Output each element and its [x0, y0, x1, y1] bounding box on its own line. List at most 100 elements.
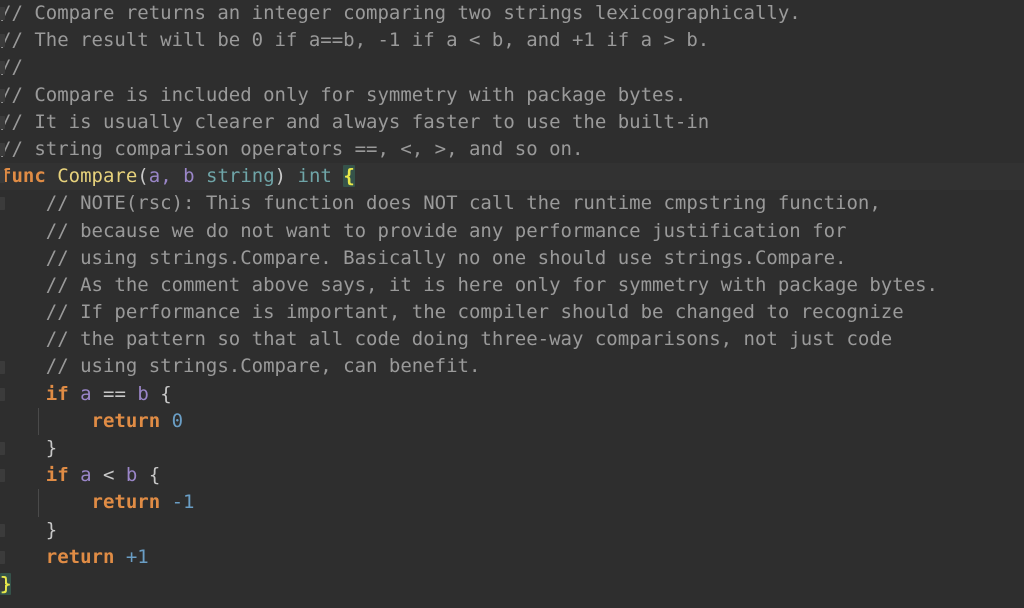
code-token: if — [45, 464, 69, 487]
code-token: { — [160, 382, 172, 405]
code-line-text: // using strings.Compare, can benefit. — [0, 353, 1024, 380]
code-token: // using strings.Compare. Basically no o… — [0, 246, 847, 269]
code-token: // Compare returns an integer comparing … — [0, 2, 801, 24]
code-token: return — [91, 491, 161, 514]
code-token: // As the comment above says, it is here… — [0, 273, 938, 296]
code-token: } — [45, 437, 58, 459]
code-token: { — [148, 464, 161, 487]
code-line-text: if a == b { — [0, 381, 1024, 408]
code-token: b — [125, 464, 138, 487]
code-line[interactable]: if a < b { — [0, 462, 1024, 489]
code-token: // Compare is included only for symmetry… — [0, 83, 687, 106]
code-line-text: // string comparison operators ==, <, >,… — [0, 136, 1024, 163]
code-line-text: return 0 — [0, 408, 1024, 435]
code-token: -1 — [171, 491, 195, 514]
code-line-text: // Compare returns an integer comparing … — [0, 0, 1024, 27]
code-line-text: // As the comment above says, it is here… — [0, 272, 1024, 299]
code-surface[interactable]: // Compare returns an integer comparing … — [0, 0, 1024, 608]
code-token: if — [45, 382, 69, 405]
code-token: // because we do not want to provide any… — [0, 219, 847, 242]
code-line-text: if a < b { — [0, 462, 1024, 489]
code-line[interactable]: // The result will be 0 if a==b, -1 if a… — [0, 27, 1024, 54]
code-line[interactable]: // string comparison operators ==, <, >,… — [0, 136, 1024, 163]
code-line-text: } — [0, 571, 1024, 598]
code-line[interactable]: // Compare returns an integer comparing … — [0, 0, 1024, 27]
code-line[interactable]: // because we do not want to provide any… — [0, 218, 1024, 245]
code-token: Compare — [57, 165, 138, 188]
code-token: // The result will be 0 if a==b, -1 if a… — [0, 29, 710, 52]
code-line[interactable]: func Compare(a, b string) int { — [0, 163, 1024, 191]
code-lines[interactable]: // Compare returns an integer comparing … — [0, 0, 1024, 598]
code-token: func — [0, 165, 46, 188]
code-token: 0 — [171, 409, 184, 432]
code-token: b — [137, 382, 149, 405]
code-line[interactable]: // using strings.Compare. Basically no o… — [0, 245, 1024, 272]
code-line[interactable]: // using strings.Compare, can benefit. — [0, 353, 1024, 380]
code-line-text: return -1 — [0, 489, 1024, 516]
code-line-text: // NOTE(rsc): This function does NOT cal… — [0, 190, 1024, 217]
code-token: +1 — [125, 545, 149, 568]
code-line[interactable]: } — [0, 517, 1024, 544]
code-token: } — [45, 518, 58, 541]
code-line-text: } — [0, 435, 1024, 462]
code-token: string — [206, 165, 275, 188]
code-editor[interactable]: // Compare returns an integer comparing … — [0, 0, 1024, 608]
code-line[interactable]: if a == b { — [0, 381, 1024, 408]
code-line-text: // using strings.Compare. Basically no o… — [0, 245, 1024, 272]
code-line[interactable]: // As the comment above says, it is here… — [0, 272, 1024, 299]
code-line[interactable]: } — [0, 571, 1024, 598]
code-line-text: // — [0, 54, 1024, 81]
code-token: , — [160, 165, 184, 188]
code-line-text: // If performance is important, the comp… — [0, 299, 1024, 326]
code-line-text: // the pattern so that all code doing th… — [0, 326, 1024, 353]
code-line[interactable]: } — [0, 435, 1024, 462]
code-token: b — [183, 165, 195, 188]
code-token: < — [103, 464, 115, 487]
code-line[interactable]: return +1 — [0, 544, 1024, 571]
code-token: // If performance is important, the comp… — [0, 301, 904, 324]
code-line-text: // Compare is included only for symmetry… — [0, 82, 1024, 109]
code-token: ) — [274, 165, 298, 188]
code-token: == — [103, 382, 126, 405]
code-line[interactable]: // Compare is included only for symmetry… — [0, 82, 1024, 109]
code-line-text: } — [0, 517, 1024, 544]
code-line[interactable]: // If performance is important, the comp… — [0, 299, 1024, 326]
code-token: // string comparison operators ==, <, >,… — [0, 137, 584, 160]
code-token: a — [80, 464, 92, 487]
code-line[interactable]: // NOTE(rsc): This function does NOT cal… — [0, 190, 1024, 217]
code-line[interactable]: // the pattern so that all code doing th… — [0, 326, 1024, 353]
code-token: // using strings.Compare, can benefit. — [0, 355, 481, 378]
code-line[interactable]: // — [0, 54, 1024, 81]
code-token: ( — [137, 165, 149, 188]
code-line-text: func Compare(a, b string) int { — [0, 163, 1024, 190]
code-line[interactable]: return 0 — [0, 407, 1024, 435]
code-token: a — [148, 165, 161, 188]
code-line-text: // It is usually clearer and always fast… — [0, 109, 1024, 136]
code-line[interactable]: return -1 — [0, 489, 1024, 517]
code-line-text: return +1 — [0, 544, 1024, 571]
code-token: a — [80, 382, 92, 405]
code-line-text: // The result will be 0 if a==b, -1 if a… — [0, 27, 1024, 54]
code-token: // It is usually clearer and always fast… — [0, 110, 710, 133]
code-line[interactable]: // It is usually clearer and always fast… — [0, 109, 1024, 136]
